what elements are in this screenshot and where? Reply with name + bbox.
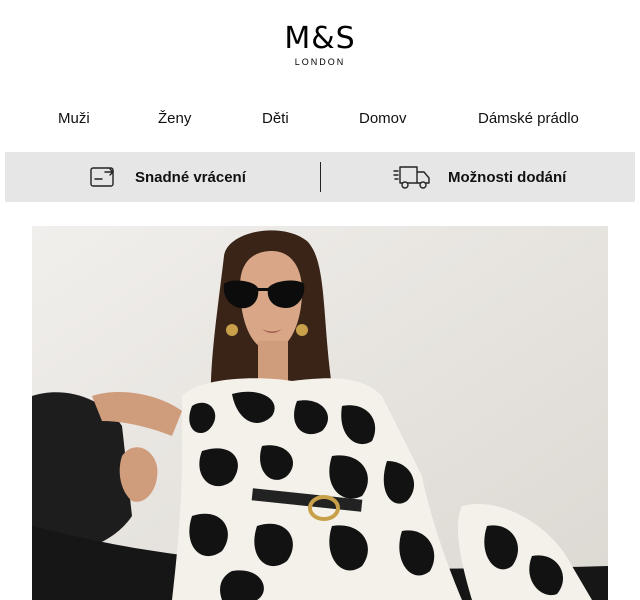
nav-item-home[interactable]: Domov <box>359 110 407 127</box>
brand-logo[interactable]: M&S LONDON <box>0 21 640 68</box>
main-nav: Muži Ženy Děti Domov Dámské prádlo <box>0 110 640 130</box>
nav-item-women[interactable]: Ženy <box>158 110 191 127</box>
service-bar: Snadné vrácení Možnosti dodání <box>5 152 635 202</box>
return-box-icon <box>89 165 117 189</box>
delivery-truck-icon <box>393 163 433 191</box>
nav-item-lingerie[interactable]: Dámské prádlo <box>478 110 579 127</box>
easy-returns-label: Snadné vrácení <box>135 168 246 186</box>
nav-item-men[interactable]: Muži <box>58 110 90 127</box>
nav-item-kids[interactable]: Děti <box>262 110 289 127</box>
delivery-options-label: Možnosti dodání <box>448 168 567 186</box>
hero-banner[interactable] <box>32 226 608 600</box>
brand-name: M&S <box>284 21 356 56</box>
easy-returns-link[interactable]: Snadné vrácení <box>89 152 246 202</box>
delivery-options-link[interactable]: Možnosti dodání <box>393 152 566 202</box>
service-divider <box>320 162 321 192</box>
hero-photo <box>32 226 608 600</box>
brand-sub: LONDON <box>294 57 346 67</box>
